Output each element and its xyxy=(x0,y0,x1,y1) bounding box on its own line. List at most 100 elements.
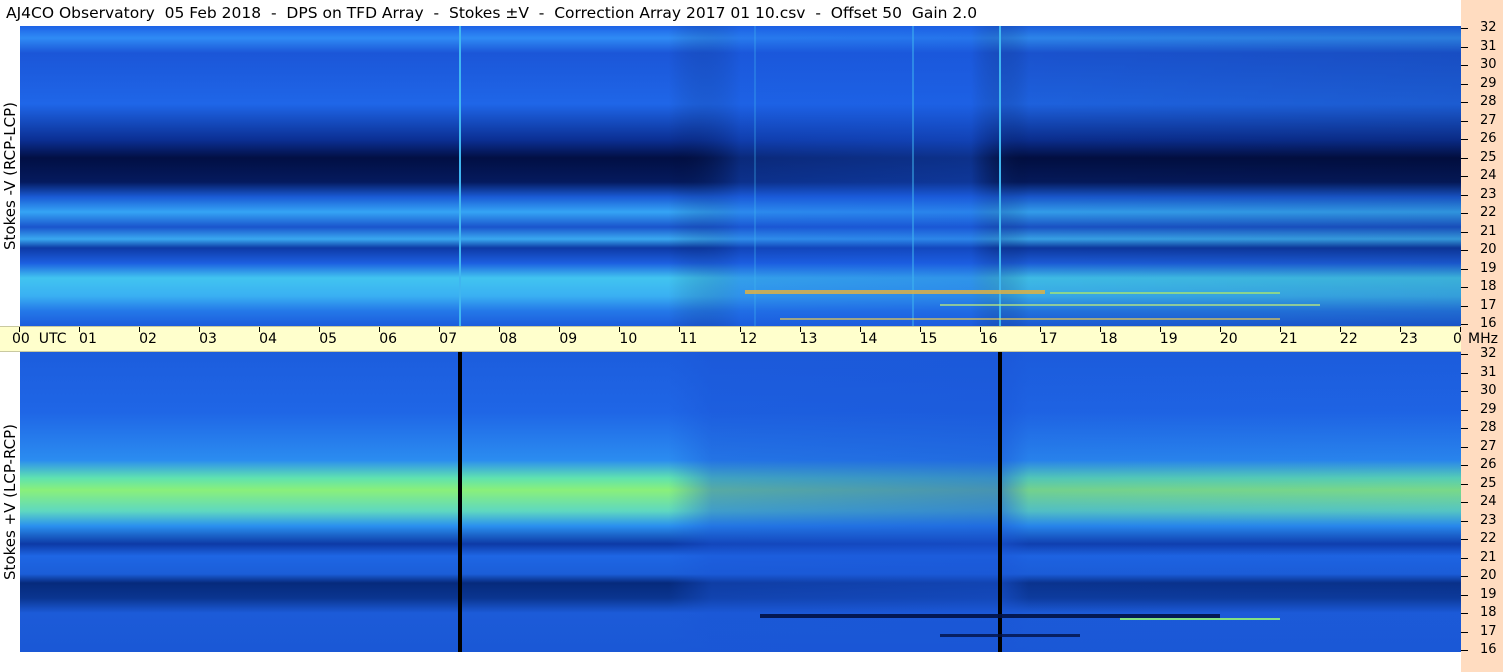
time-label: 23 xyxy=(1399,331,1418,347)
bottom-freq-tick xyxy=(1461,483,1468,485)
time-label: 22 xyxy=(1339,331,1358,347)
top-freq-tick xyxy=(1461,305,1468,307)
bottom-freq-tick xyxy=(1461,520,1468,522)
top-freq-tick xyxy=(1461,231,1468,233)
window-title: AJ4CO Observatory 05 Feb 2018 - DPS on T… xyxy=(0,0,1467,26)
top-panel-label: Stokes -V (RCP-LCP) xyxy=(1,102,19,250)
bottom-freq-label: 22 xyxy=(1480,531,1497,546)
top-freq-label: 32 xyxy=(1480,20,1497,35)
bottom-freq-label: 32 xyxy=(1480,346,1497,361)
time-label: 10 xyxy=(619,331,638,347)
bottom-freq-label: 18 xyxy=(1480,605,1497,620)
top-freq-tick xyxy=(1461,324,1468,325)
bottom-spectrogram xyxy=(20,352,1461,652)
time-label: 16 xyxy=(979,331,998,347)
top-freq-tick xyxy=(1461,120,1468,122)
top-freq-tick xyxy=(1461,194,1468,196)
top-freq-label: 19 xyxy=(1480,260,1497,276)
top-spectrogram-image xyxy=(20,26,1461,326)
top-freq-label: 24 xyxy=(1480,168,1497,183)
bottom-freq-tick xyxy=(1461,502,1468,503)
time-label: 11 xyxy=(679,331,698,347)
bottom-freq-label: 27 xyxy=(1480,438,1497,454)
time-label: 00 UTC xyxy=(12,331,67,347)
bottom-freq-label: 23 xyxy=(1480,512,1497,528)
bottom-freq-label: 20 xyxy=(1480,568,1497,583)
bottom-freq-label: 17 xyxy=(1480,623,1497,639)
bottom-panel-label: Stokes +V (LCP-RCP) xyxy=(1,424,19,580)
time-label: 15 xyxy=(919,331,938,347)
top-freq-label: 25 xyxy=(1480,149,1497,165)
top-freq-label: 27 xyxy=(1480,112,1497,128)
bottom-freq-label: 24 xyxy=(1480,494,1497,509)
time-label: 08 xyxy=(499,331,518,347)
time-label: 02 xyxy=(139,331,157,347)
bottom-freq-label: 21 xyxy=(1480,549,1497,565)
top-freq-label: 30 xyxy=(1480,57,1497,72)
time-label: 21 xyxy=(1279,331,1298,347)
top-freq-tick xyxy=(1461,102,1468,103)
top-freq-tick xyxy=(1461,139,1468,140)
top-freq-tick xyxy=(1461,268,1468,270)
time-label: 14 xyxy=(859,331,878,347)
time-label: 06 xyxy=(379,331,398,347)
bottom-freq-tick xyxy=(1461,354,1468,355)
bottom-freq-tick xyxy=(1461,409,1468,411)
bottom-freq-tick xyxy=(1461,576,1468,577)
bottom-freq-tick xyxy=(1461,446,1468,448)
bottom-freq-tick xyxy=(1461,613,1468,614)
top-freq-tick xyxy=(1461,83,1468,85)
bottom-freq-tick xyxy=(1461,557,1468,559)
time-label: 07 xyxy=(439,331,458,347)
time-label: 13 xyxy=(799,331,818,347)
top-freq-tick xyxy=(1461,176,1468,177)
top-freq-tick xyxy=(1461,250,1468,251)
bottom-freq-tick xyxy=(1461,372,1468,374)
top-freq-label: 17 xyxy=(1480,297,1497,313)
bottom-freq-tick xyxy=(1461,391,1468,392)
bottom-freq-tick xyxy=(1461,631,1468,633)
time-label: 01 xyxy=(79,331,97,347)
bottom-freq-label: 31 xyxy=(1480,364,1497,380)
top-freq-tick xyxy=(1461,28,1468,29)
bottom-freq-tick xyxy=(1461,428,1468,429)
bottom-freq-label: 19 xyxy=(1480,586,1497,602)
top-freq-label: 16 xyxy=(1480,316,1497,331)
time-label: 09 xyxy=(559,331,578,347)
bottom-freq-tick xyxy=(1461,539,1468,540)
top-freq-label: 21 xyxy=(1480,223,1497,239)
bottom-freq-tick xyxy=(1461,465,1468,466)
bottom-freq-label: 30 xyxy=(1480,383,1497,398)
top-freq-label: 22 xyxy=(1480,205,1497,220)
time-label: 03 xyxy=(199,331,217,347)
top-freq-label: 28 xyxy=(1480,94,1497,109)
bottom-freq-label: 25 xyxy=(1480,475,1497,491)
bottom-freq-label: 29 xyxy=(1480,401,1497,417)
top-freq-label: 18 xyxy=(1480,279,1497,294)
time-label: 18 xyxy=(1099,331,1118,347)
top-freq-tick xyxy=(1461,157,1468,159)
frequency-unit-label: MHz xyxy=(1468,331,1498,347)
bottom-freq-label: 16 xyxy=(1480,642,1497,657)
top-freq-label: 29 xyxy=(1480,75,1497,91)
top-freq-label: 31 xyxy=(1480,38,1497,54)
time-label: 17 xyxy=(1039,331,1058,347)
top-freq-label: 23 xyxy=(1480,186,1497,202)
top-freq-tick xyxy=(1461,65,1468,66)
top-spectrogram xyxy=(20,26,1461,326)
bottom-freq-tick xyxy=(1461,594,1468,596)
time-label: 12 xyxy=(739,331,758,347)
bottom-freq-label: 28 xyxy=(1480,420,1497,435)
bottom-spectrogram-image xyxy=(20,352,1461,652)
time-label: 19 xyxy=(1159,331,1178,347)
top-freq-tick xyxy=(1461,213,1468,214)
bottom-freq-label: 26 xyxy=(1480,457,1497,472)
bottom-margin xyxy=(0,652,1461,672)
top-freq-tick xyxy=(1461,287,1468,288)
time-label: 05 xyxy=(319,331,338,347)
time-axis: 00 UTC 01 02 03 04 05 06 07 08 09 10 11 12 13 14 15 16 17… xyxy=(0,326,1471,352)
time-label: 04 xyxy=(259,331,277,347)
top-freq-label: 20 xyxy=(1480,242,1497,257)
bottom-freq-tick xyxy=(1461,650,1468,651)
time-label: 20 xyxy=(1219,331,1238,347)
